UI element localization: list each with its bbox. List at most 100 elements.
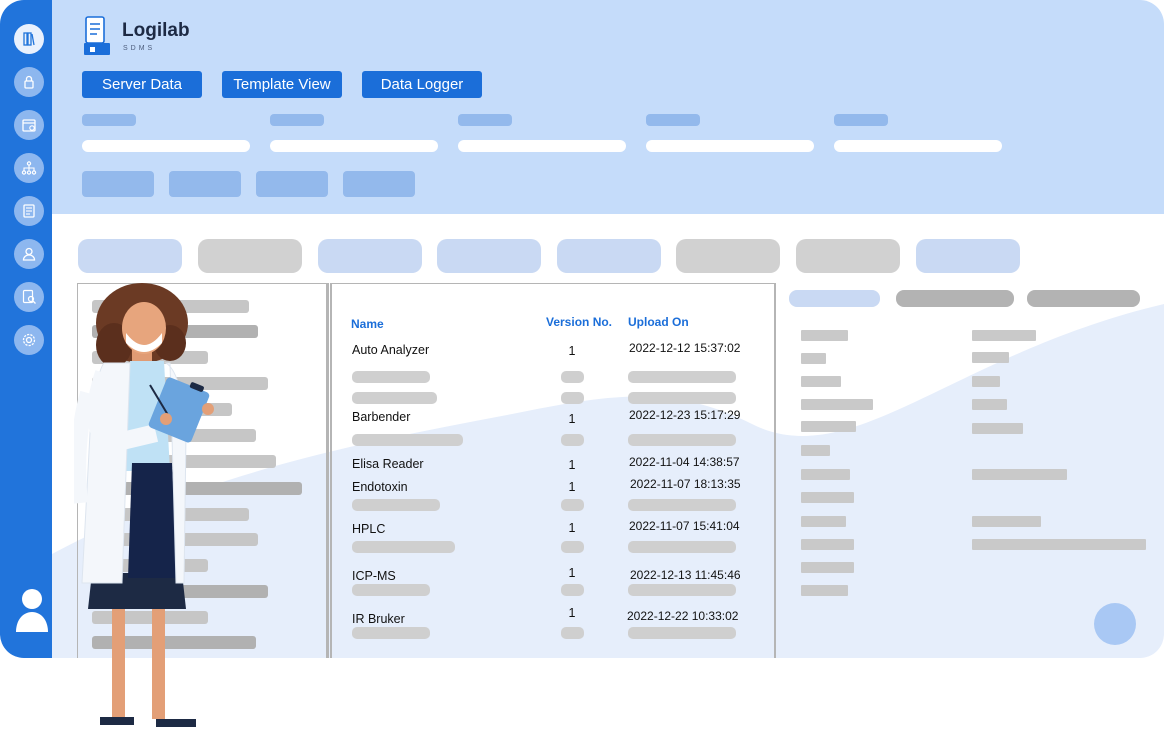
detail-label-placeholder [801, 516, 846, 527]
row-placeholder [352, 392, 437, 404]
column-header-name[interactable]: Name [351, 317, 384, 331]
filter-input[interactable] [458, 140, 626, 152]
detail-value-placeholder [972, 376, 1000, 387]
filter-input[interactable] [270, 140, 438, 152]
upload-date-cell: 2022-11-07 15:41:04 [629, 519, 740, 533]
row-placeholder [628, 371, 736, 383]
tab-placeholder[interactable] [437, 239, 541, 273]
file-name-cell[interactable]: ICP-MS [352, 569, 396, 583]
filter-label-placeholder [834, 114, 888, 126]
row-placeholder [561, 541, 584, 553]
filter-input[interactable] [82, 140, 250, 152]
file-name-cell[interactable]: Endotoxin [352, 480, 408, 494]
file-name-cell[interactable]: Elisa Reader [352, 457, 424, 471]
filter-label-placeholder [458, 114, 512, 126]
sidebar [0, 0, 52, 658]
detail-label-placeholder [801, 562, 854, 573]
library-icon[interactable] [14, 24, 44, 54]
tab-placeholder[interactable] [916, 239, 1020, 273]
row-placeholder [561, 499, 584, 511]
profile-avatar-icon[interactable] [14, 588, 50, 634]
data-logger-button[interactable]: Data Logger [362, 71, 482, 98]
detail-label-placeholder [801, 376, 841, 387]
detail-value-placeholder [972, 423, 1023, 434]
file-name-cell[interactable]: IR Bruker [352, 612, 405, 626]
row-placeholder [561, 434, 584, 446]
row-placeholder [561, 584, 584, 596]
file-name-cell[interactable]: Auto Analyzer [352, 343, 429, 357]
upload-date-cell: 2022-12-23 15:17:29 [629, 408, 741, 422]
lock-icon[interactable] [14, 67, 44, 97]
row-placeholder [628, 584, 736, 596]
doctor-illustration [74, 283, 214, 727]
version-cell: 1 [568, 344, 576, 358]
action-chip[interactable] [169, 171, 241, 197]
detail-value-placeholder [972, 516, 1041, 527]
detail-label-placeholder [801, 353, 826, 364]
filter-input[interactable] [834, 140, 1002, 152]
upload-date-cell: 2022-12-13 11:45:46 [630, 568, 741, 582]
detail-label-placeholder [801, 445, 830, 456]
brand-name: Logilab [122, 20, 190, 41]
tab-placeholder[interactable] [796, 239, 900, 273]
details-tab-placeholder[interactable] [789, 290, 880, 307]
row-placeholder [561, 627, 584, 639]
row-placeholder [628, 541, 736, 553]
detail-label-placeholder [801, 399, 873, 410]
tab-placeholder[interactable] [557, 239, 661, 273]
detail-value-placeholder [972, 399, 1007, 410]
detail-label-placeholder [801, 469, 850, 480]
tab-placeholder[interactable] [78, 239, 182, 273]
tab-placeholder[interactable] [318, 239, 422, 273]
settings-icon[interactable] [14, 325, 44, 355]
template-view-button[interactable]: Template View [222, 71, 342, 98]
action-chip[interactable] [343, 171, 415, 197]
row-placeholder [352, 541, 455, 553]
row-placeholder [561, 371, 584, 383]
row-placeholder [561, 392, 584, 404]
file-name-cell[interactable]: HPLC [352, 522, 385, 536]
tab-placeholder[interactable] [198, 239, 302, 273]
user-icon[interactable] [14, 239, 44, 269]
column-header-upload[interactable]: Upload On [628, 315, 689, 329]
logilab-logo-icon [84, 16, 110, 55]
upload-date-cell: 2022-11-07 18:13:35 [630, 477, 741, 491]
version-cell: 1 [568, 566, 576, 580]
row-placeholder [628, 499, 736, 511]
hierarchy-icon[interactable] [14, 153, 44, 183]
tab-placeholder[interactable] [676, 239, 780, 273]
filter-label-placeholder [646, 114, 700, 126]
filter-input[interactable] [646, 140, 814, 152]
filter-label-placeholder [82, 114, 136, 126]
row-placeholder [352, 627, 430, 639]
row-placeholder [628, 392, 736, 404]
detail-label-placeholder [801, 330, 848, 341]
detail-label-placeholder [801, 492, 854, 503]
upload-date-cell: 2022-12-22 10:33:02 [627, 609, 739, 623]
row-placeholder [352, 584, 430, 596]
upload-date-cell: 2022-11-04 14:38:57 [629, 455, 740, 469]
detail-value-placeholder [972, 352, 1009, 363]
row-placeholder [352, 371, 430, 383]
details-tab-placeholder[interactable] [896, 290, 1014, 307]
row-placeholder [352, 434, 463, 446]
version-cell: 1 [568, 480, 576, 494]
detail-value-placeholder [972, 330, 1036, 341]
version-cell: 1 [568, 521, 576, 535]
floating-action-button[interactable] [1094, 603, 1136, 645]
details-tab-placeholder[interactable] [1027, 290, 1140, 307]
version-cell: 1 [568, 458, 576, 472]
column-header-version[interactable]: Version No. [546, 315, 612, 329]
detail-label-placeholder [801, 539, 854, 550]
file-name-cell[interactable]: Barbender [352, 410, 410, 424]
version-cell: 1 [568, 606, 576, 620]
action-chip[interactable] [82, 171, 154, 197]
report-icon[interactable] [14, 196, 44, 226]
upload-date-cell: 2022-12-12 15:37:02 [629, 341, 741, 355]
server-data-button[interactable]: Server Data [82, 71, 202, 98]
search-document-icon[interactable] [14, 282, 44, 312]
row-placeholder [628, 627, 736, 639]
action-chip[interactable] [256, 171, 328, 197]
filter-label-placeholder [270, 114, 324, 126]
calendar-icon[interactable] [14, 110, 44, 140]
